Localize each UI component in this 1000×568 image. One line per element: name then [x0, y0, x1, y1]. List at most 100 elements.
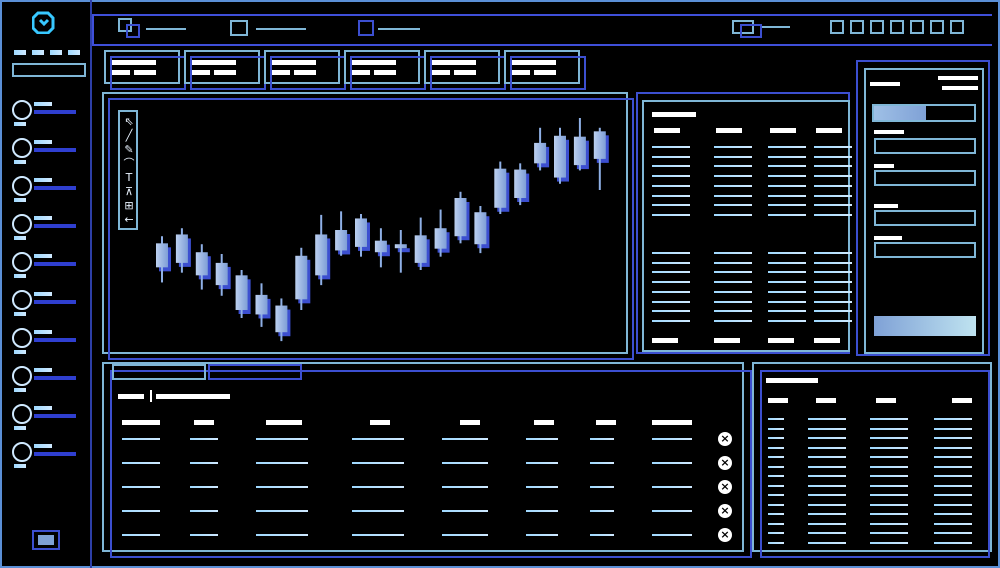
orderbook-cell[interactable] [768, 310, 806, 313]
tab-open-positions[interactable] [112, 364, 206, 380]
trades-cell[interactable] [768, 522, 784, 525]
square-icon[interactable] [930, 20, 944, 34]
sidebar-item[interactable] [10, 402, 82, 430]
candle[interactable] [534, 142, 547, 164]
orderbook-cell[interactable] [714, 194, 752, 197]
trades-cell[interactable] [934, 475, 972, 477]
positions-cell[interactable] [190, 534, 218, 536]
trades-cell[interactable] [870, 484, 908, 487]
positions-cell[interactable] [652, 486, 692, 488]
trades-cell[interactable] [808, 522, 846, 525]
trades-cell[interactable] [934, 437, 972, 439]
positions-cell[interactable] [122, 534, 160, 536]
orderbook-cell[interactable] [768, 194, 806, 197]
sidebar-item[interactable] [10, 212, 82, 240]
positions-cell[interactable] [256, 462, 308, 464]
positions-cell[interactable] [526, 534, 558, 536]
candle[interactable] [414, 235, 427, 263]
candle[interactable] [335, 230, 348, 251]
form-field-input[interactable] [874, 210, 976, 226]
orderbook-cell[interactable] [814, 271, 852, 274]
trades-cell[interactable] [870, 522, 908, 525]
orderbook-cell[interactable] [768, 271, 806, 274]
candle[interactable] [454, 198, 467, 237]
sidebar-item[interactable] [10, 364, 82, 392]
positions-cell[interactable] [526, 438, 558, 440]
orderbook-cell[interactable] [814, 184, 852, 187]
trades-cell[interactable] [934, 427, 972, 430]
orderbook-cell[interactable] [714, 261, 752, 264]
trades-cell[interactable] [768, 427, 784, 430]
orderbook-cell[interactable] [652, 271, 690, 274]
candle[interactable] [573, 136, 586, 166]
positions-cell[interactable] [122, 462, 160, 464]
orderbook-cell[interactable] [714, 290, 752, 293]
orderbook-cell[interactable] [714, 300, 752, 303]
trades-cell[interactable] [768, 465, 784, 468]
positions-cell[interactable] [590, 438, 614, 440]
positions-cell[interactable] [652, 438, 692, 440]
trades-cell[interactable] [808, 446, 846, 449]
positions-cell[interactable] [122, 510, 160, 512]
close-position-icon[interactable]: × [718, 456, 732, 470]
orderbook-cell[interactable] [652, 155, 690, 158]
back-icon[interactable]: ← [120, 214, 138, 226]
orderbook-cell[interactable] [814, 146, 852, 148]
candle[interactable] [275, 305, 288, 333]
orderbook-cell[interactable] [814, 204, 852, 207]
close-position-icon[interactable]: × [718, 432, 732, 446]
square-icon[interactable] [830, 20, 844, 34]
positions-cell[interactable] [256, 438, 308, 440]
positions-cell[interactable] [352, 534, 404, 536]
trades-cell[interactable] [934, 484, 972, 487]
orderbook-cell[interactable] [814, 300, 852, 303]
candle[interactable] [593, 131, 606, 159]
trades-cell[interactable] [768, 446, 784, 449]
orderbook-cell[interactable] [768, 204, 806, 207]
trades-cell[interactable] [870, 513, 908, 515]
candle[interactable] [514, 169, 527, 198]
sidebar-search-input[interactable] [12, 63, 86, 77]
trades-cell[interactable] [808, 437, 846, 439]
close-position-icon[interactable]: × [718, 480, 732, 494]
orderbook-cell[interactable] [768, 165, 806, 168]
orderbook-cell[interactable] [652, 194, 690, 197]
orderbook-cell[interactable] [814, 175, 852, 178]
submit-order-button[interactable] [874, 316, 976, 336]
trades-cell[interactable] [768, 456, 784, 458]
trades-cell[interactable] [870, 465, 908, 468]
cursor-icon[interactable]: ⇖ [120, 116, 138, 128]
close-position-icon[interactable]: × [718, 504, 732, 518]
candle[interactable] [355, 218, 367, 247]
positions-cell[interactable] [590, 534, 614, 536]
trades-cell[interactable] [808, 475, 846, 477]
positions-cell[interactable] [122, 438, 160, 440]
trades-cell[interactable] [934, 522, 972, 525]
positions-cell[interactable] [352, 486, 404, 488]
sidebar-item[interactable] [10, 98, 82, 126]
text-icon[interactable]: T [120, 172, 138, 184]
positions-cell[interactable] [590, 462, 614, 464]
trades-cell[interactable] [870, 446, 908, 449]
orderbook-cell[interactable] [768, 175, 806, 178]
orderbook-cell[interactable] [814, 310, 852, 313]
trades-cell[interactable] [768, 475, 784, 477]
positions-cell[interactable] [442, 510, 488, 512]
square-icon[interactable] [950, 20, 964, 34]
topbar-item-2[interactable] [230, 20, 310, 36]
square-icon[interactable] [890, 20, 904, 34]
orderbook-cell[interactable] [652, 213, 690, 216]
trades-cell[interactable] [934, 532, 972, 534]
orderbook-cell[interactable] [652, 146, 690, 148]
positions-cell[interactable] [352, 438, 404, 440]
candle[interactable] [175, 234, 188, 263]
close-position-icon[interactable]: × [718, 528, 732, 542]
square-icon[interactable] [850, 20, 864, 34]
orderbook-cell[interactable] [714, 165, 752, 168]
candle[interactable] [434, 228, 447, 249]
square-icon[interactable] [910, 20, 924, 34]
trades-cell[interactable] [934, 513, 972, 515]
trades-cell[interactable] [768, 503, 784, 506]
orderbook-cell[interactable] [814, 281, 852, 284]
orderbook-cell[interactable] [652, 204, 690, 207]
